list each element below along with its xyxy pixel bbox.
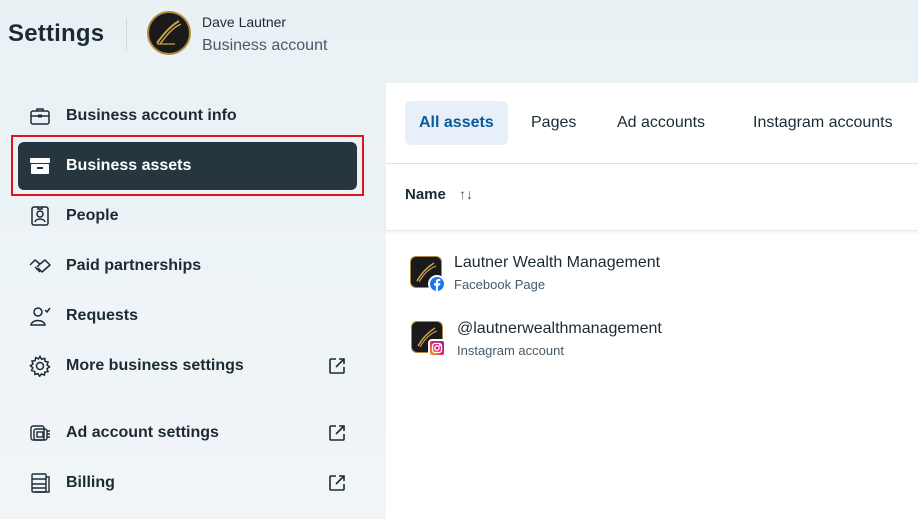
sidebar-item-business-account-info[interactable]: Business account info [18,92,357,140]
sidebar-item-requests[interactable]: Requests [18,292,357,340]
tab-all-assets[interactable]: All assets [405,101,508,145]
sidebar-item-label: Requests [66,307,139,324]
briefcase-icon [28,104,52,128]
id-badge-icon [28,204,52,228]
user-name: Dave Lautner [202,14,287,30]
asset-type: Instagram account [457,343,564,358]
header: Settings Dave Lautner Business account [0,0,918,80]
gear-icon [28,354,52,378]
header-divider [126,18,127,50]
archive-box-icon [28,154,52,178]
instagram-icon [428,339,446,357]
external-link-icon [327,423,347,443]
sidebar-item-people[interactable]: People [18,192,357,240]
sidebar-item-business-assets[interactable]: Business assets [18,142,357,190]
external-link-icon [327,356,347,376]
table-header: Name ↑↓ [386,164,918,231]
account-type: Business account [202,37,328,54]
external-link-icon [327,473,347,493]
sidebar-item-label: Billing [66,474,115,491]
handshake-icon [28,254,52,278]
avatar[interactable] [147,11,191,55]
table-row[interactable]: @lautnerwealthmanagement Instagram accou… [386,317,918,375]
sidebar: Business account info Business assets Pe… [0,90,385,519]
billing-icon [28,471,52,495]
asset-type: Facebook Page [454,277,546,292]
assets-panel: All assets Pages Ad accounts Instagram a… [386,83,918,519]
person-add-icon [28,304,52,328]
sidebar-item-label: Business account info [66,107,237,124]
ad-account-icon [28,421,52,445]
tab-bar: All assets Pages Ad accounts Instagram a… [386,83,918,164]
asset-name: Lautner Wealth Management [454,254,661,271]
sidebar-item-ad-account-settings[interactable]: Ad account settings [18,409,357,457]
sidebar-item-billing[interactable]: Billing [18,459,357,507]
page-title: Settings [8,20,105,47]
tab-ad-accounts[interactable]: Ad accounts [603,101,719,145]
sidebar-item-more-business-settings[interactable]: More business settings [18,342,357,390]
sort-icon[interactable]: ↑↓ [459,186,473,202]
sidebar-item-label: Business assets [66,157,192,174]
sidebar-item-label: Paid partnerships [66,257,202,274]
column-name-header[interactable]: Name [405,186,446,203]
tab-instagram-accounts[interactable]: Instagram accounts [739,101,907,145]
facebook-icon [428,275,446,293]
sidebar-item-paid-partnerships[interactable]: Paid partnerships [18,242,357,290]
asset-name: @lautnerwealthmanagement [457,320,662,337]
table-row[interactable]: Lautner Wealth Management Facebook Page [386,251,918,309]
sidebar-item-label: People [66,207,119,224]
sidebar-item-label: More business settings [66,357,244,374]
tab-pages[interactable]: Pages [517,101,590,145]
sidebar-item-label: Ad account settings [66,424,219,441]
